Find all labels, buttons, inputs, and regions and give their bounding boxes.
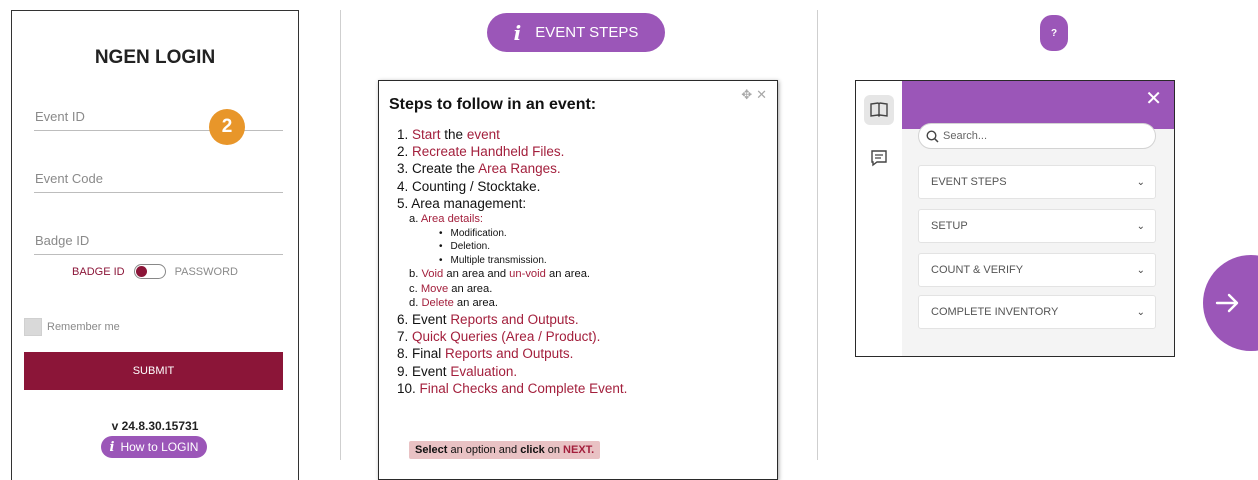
login-panel: NGEN LOGIN 2 BADGE ID PASSWORD Remember … — [11, 10, 299, 480]
step-link[interactable]: Start — [412, 127, 441, 142]
step-link[interactable]: Move — [421, 283, 448, 295]
step-item: 9. Event Evaluation. — [397, 363, 518, 379]
badge-id-toggle-label[interactable]: BADGE ID — [72, 266, 125, 278]
help-question-button[interactable]: ? — [1040, 15, 1068, 51]
steps-list: 1. Start the event 2. Recreate Handheld … — [397, 126, 627, 397]
close-icon[interactable]: ✕ — [1145, 89, 1162, 109]
panel-controls: ✥ ✕ — [741, 87, 767, 103]
sub-sub-step-item: • Modification. — [439, 227, 507, 239]
sub-step-item: b. Void an area and un-void an area. — [409, 268, 591, 281]
step-item: 10. Final Checks and Complete Event. — [397, 380, 628, 396]
sub-sub-step-item: • Multiple transmission. — [439, 254, 547, 266]
chevron-down-icon: ⌄ — [1136, 220, 1145, 232]
step-item: 6. Event Reports and Outputs. — [397, 311, 579, 327]
event-id-input[interactable] — [34, 109, 283, 130]
sub-step-item: d. Delete an area. — [409, 297, 498, 310]
help-rail — [856, 81, 902, 356]
password-toggle-label[interactable]: PASSWORD — [175, 266, 238, 278]
step-link[interactable]: Recreate Handheld Files. — [412, 144, 564, 159]
how-to-login-label: How to LOGIN — [120, 440, 199, 454]
step-link[interactable]: Delete — [421, 297, 453, 309]
step-link[interactable]: event — [467, 127, 500, 142]
remember-me-label: Remember me — [47, 321, 120, 333]
step-link[interactable]: Final Checks and Complete Event. — [420, 381, 628, 396]
step-number-badge: 2 — [209, 109, 245, 145]
chevron-down-icon: ⌄ — [1136, 176, 1145, 188]
step-link[interactable]: Area details: — [421, 213, 483, 225]
help-widget: ✕ Search... EVENT STEPS ⌄ SETUP ⌄ COUNT … — [855, 80, 1175, 357]
version-label: v 24.8.30.15731 — [111, 419, 199, 433]
event-code-input[interactable] — [34, 171, 283, 192]
step-link[interactable]: Area Ranges. — [478, 161, 561, 176]
event-id-field[interactable] — [34, 108, 283, 131]
step-item: 7. Quick Queries (Area / Product). — [397, 329, 601, 345]
remember-me-checkbox[interactable] — [24, 318, 42, 336]
how-to-login-button[interactable]: i How to LOGIN — [101, 436, 207, 458]
step-link[interactable]: un-void — [509, 268, 546, 280]
arrow-right-icon — [1215, 293, 1239, 313]
search-icon — [926, 129, 939, 143]
help-header: ✕ — [902, 81, 1174, 129]
steps-title: Steps to follow in an event: — [389, 96, 597, 113]
step-link[interactable]: Evaluation. — [450, 364, 517, 379]
badge-id-input[interactable] — [34, 233, 283, 254]
accordion-complete-inventory[interactable]: COMPLETE INVENTORY ⌄ — [918, 295, 1156, 329]
toggle-knob — [135, 266, 147, 277]
steps-footer-hint: Select an option and click on NEXT. — [409, 441, 601, 459]
help-search-placeholder: Search... — [943, 130, 988, 142]
chevron-down-icon: ⌄ — [1136, 264, 1145, 276]
info-icon: i — [109, 439, 115, 455]
step-item: 2. Recreate Handheld Files. — [397, 144, 565, 160]
help-search-input[interactable]: Search... — [918, 123, 1156, 149]
event-steps-button[interactable]: i EVENT STEPS — [487, 13, 665, 52]
login-mode-toggle-row: BADGE ID PASSWORD — [12, 264, 298, 279]
badge-id-field[interactable] — [34, 232, 283, 255]
event-code-field[interactable] — [34, 170, 283, 193]
step-link[interactable]: Quick Queries (Area / Product). — [412, 329, 600, 344]
next-arrow-button[interactable] — [1203, 255, 1258, 351]
close-icon[interactable]: ✕ — [756, 87, 767, 103]
step-link[interactable]: Reports and Outputs. — [450, 312, 578, 327]
login-title: NGEN LOGIN — [94, 47, 216, 68]
login-mode-toggle[interactable] — [133, 264, 166, 279]
event-steps-panel: ✥ ✕ Steps to follow in an event: 1. Star… — [378, 80, 778, 480]
help-content: ✕ Search... EVENT STEPS ⌄ SETUP ⌄ COUNT … — [902, 81, 1174, 356]
accordion-count-verify[interactable]: COUNT & VERIFY ⌄ — [918, 253, 1156, 287]
chevron-down-icon: ⌄ — [1136, 306, 1145, 318]
panel-divider-2 — [817, 10, 818, 460]
submit-button[interactable]: SUBMIT — [24, 352, 283, 390]
accordion-setup[interactable]: SETUP ⌄ — [918, 209, 1156, 243]
step-link[interactable]: Reports and Outputs. — [445, 346, 573, 361]
sub-step-item: a. Area details: — [409, 213, 484, 226]
step-item: 5. Area management: — [397, 195, 527, 211]
step-link[interactable]: Void — [421, 268, 443, 280]
sub-sub-step-item: • Deletion. — [439, 241, 490, 253]
step-item: 1. Start the event — [397, 127, 500, 142]
step-item: 4. Counting / Stocktake. — [397, 178, 541, 194]
accordion-event-steps[interactable]: EVENT STEPS ⌄ — [918, 165, 1156, 199]
book-icon[interactable] — [864, 95, 894, 125]
event-steps-button-label: EVENT STEPS — [535, 24, 639, 41]
chat-icon[interactable] — [864, 143, 894, 173]
move-icon[interactable]: ✥ — [741, 87, 752, 103]
sub-step-item: c. Move an area. — [409, 282, 493, 295]
panel-divider-1 — [340, 10, 341, 460]
info-icon: i — [513, 20, 522, 45]
remember-me[interactable]: Remember me — [24, 318, 120, 336]
step-item: 8. Final Reports and Outputs. — [397, 346, 574, 362]
step-item: 3. Create the Area Ranges. — [397, 161, 561, 177]
